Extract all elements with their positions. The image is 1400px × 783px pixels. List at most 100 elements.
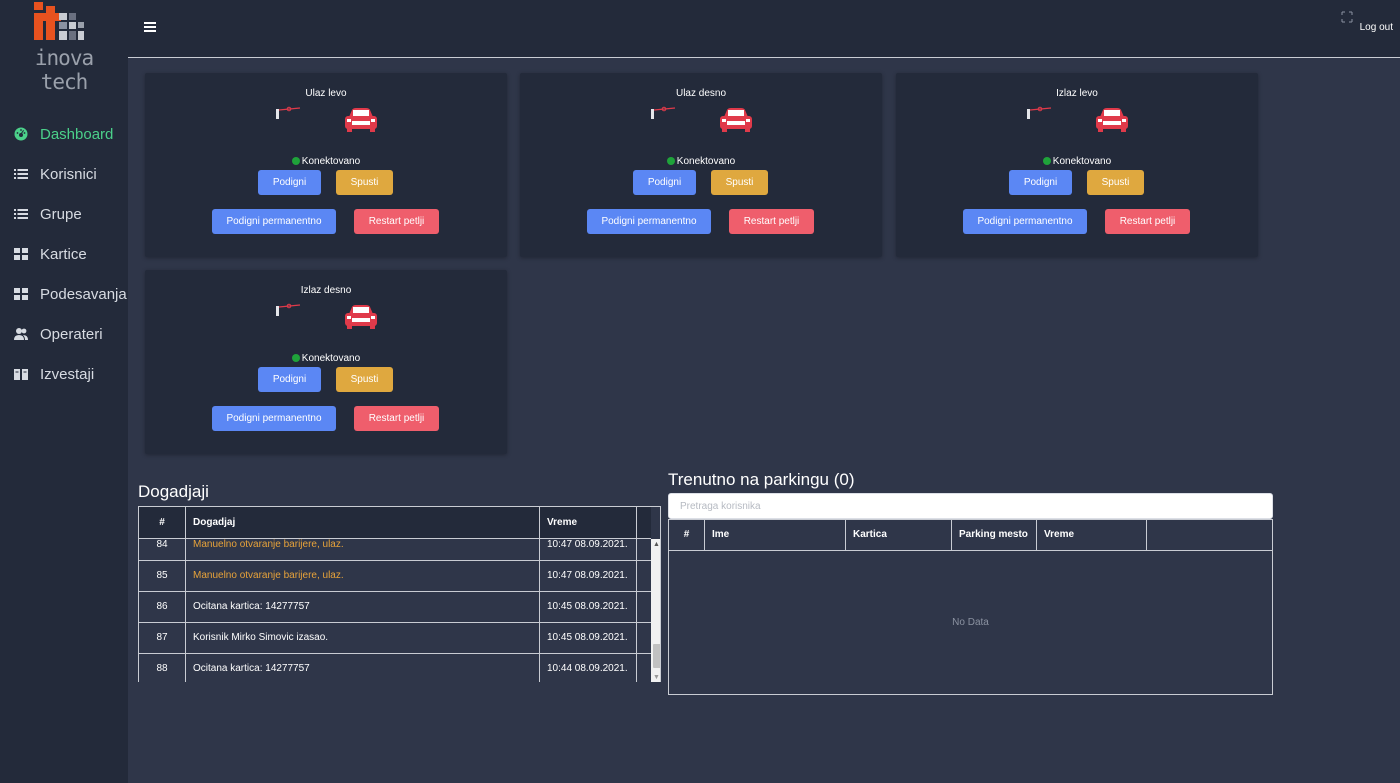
raise-button[interactable]: Podigni bbox=[1009, 170, 1072, 195]
status-dot-icon bbox=[291, 354, 300, 362]
raise-button[interactable]: Podigni bbox=[258, 170, 321, 195]
car-icon bbox=[345, 108, 377, 132]
gate-card-ulaz-levo: Ulaz levo Konektovano Podigni Spusti Pod… bbox=[145, 73, 507, 257]
status-label: Konektovano bbox=[1052, 156, 1112, 167]
sidebar-item-podesavanja[interactable]: Podesavanja bbox=[0, 274, 128, 314]
brand-name: inova tech bbox=[34, 46, 94, 94]
barrier-icon bbox=[1027, 106, 1052, 119]
connection-status: Konektovano bbox=[145, 353, 507, 364]
table-row[interactable]: 86 Ocitana kartica: 14277757 10:45 08.09… bbox=[139, 592, 651, 623]
column-header[interactable]: # bbox=[139, 507, 185, 538]
column-header[interactable]: Vreme bbox=[547, 507, 577, 538]
parking-table-header: # Ime Kartica Parking mesto Vreme bbox=[669, 520, 1272, 551]
gate-card-izlaz-levo: Izlaz levo Konektovano Podigni Spusti Po… bbox=[896, 73, 1258, 257]
events-table-header: # Dogadjaj Vreme bbox=[139, 507, 651, 539]
table-row[interactable]: 87 Korisnik Mirko Simovic izasao. 10:45 … bbox=[139, 623, 651, 654]
sidebar-item-label: Korisnici bbox=[40, 165, 97, 183]
raise-permanent-button[interactable]: Podigni permanentno bbox=[587, 209, 711, 234]
status-dot-icon bbox=[1042, 157, 1051, 165]
restart-loops-button[interactable]: Restart petlji bbox=[354, 406, 439, 431]
gate-title: Ulaz desno bbox=[675, 88, 727, 99]
list-icon bbox=[14, 169, 28, 179]
sidebar-item-label: Operateri bbox=[40, 325, 103, 343]
raise-permanent-button[interactable]: Podigni permanentno bbox=[963, 209, 1087, 234]
connection-status: Konektovano bbox=[145, 156, 507, 167]
column-header[interactable]: Dogadjaj bbox=[193, 507, 235, 538]
logo[interactable]: inova tech bbox=[8, 2, 120, 94]
sidebar-item-label: Grupe bbox=[40, 205, 82, 223]
parking-table: # Ime Kartica Parking mesto Vreme No Dat… bbox=[668, 519, 1273, 695]
column-header[interactable]: Parking mesto bbox=[959, 520, 1028, 550]
table-row[interactable]: 88 Ocitana kartica: 14277757 10:44 08.09… bbox=[139, 654, 651, 682]
column-header[interactable]: # bbox=[669, 520, 704, 550]
sidebar-item-dashboard[interactable]: Dashboard bbox=[0, 114, 128, 154]
scroll-thumb[interactable] bbox=[653, 644, 660, 668]
users-icon bbox=[14, 328, 28, 340]
raise-button[interactable]: Podigni bbox=[258, 367, 321, 392]
lower-button[interactable]: Spusti bbox=[711, 170, 768, 195]
list-icon bbox=[14, 209, 28, 219]
car-icon bbox=[720, 108, 752, 132]
raise-permanent-button[interactable]: Podigni permanentno bbox=[212, 406, 336, 431]
sidebar-nav: Dashboard Korisnici Grupe Kartice Podesa… bbox=[0, 114, 128, 394]
sidebar-item-label: Kartice bbox=[40, 245, 87, 263]
event-id: 87 bbox=[156, 632, 168, 643]
event-time: 10:44 08.09.2021. bbox=[547, 663, 628, 674]
sidebar-item-label: Podesavanja bbox=[40, 285, 127, 303]
restart-loops-button[interactable]: Restart petlji bbox=[729, 209, 814, 234]
status-dot-icon bbox=[666, 157, 675, 165]
events-title: Dogadjaji bbox=[138, 482, 209, 501]
event-id: 85 bbox=[156, 570, 168, 581]
search-users-input[interactable] bbox=[668, 493, 1273, 519]
barrier-icon bbox=[276, 106, 301, 119]
sidebar-item-kartice[interactable]: Kartice bbox=[0, 234, 128, 274]
event-time: 10:45 08.09.2021. bbox=[547, 601, 628, 612]
barrier-icon bbox=[651, 106, 676, 119]
events-scrollbar[interactable]: ▲ ▼ bbox=[651, 539, 660, 682]
sidebar-item-label: Dashboard bbox=[40, 125, 114, 143]
column-header[interactable]: Ime bbox=[712, 520, 729, 550]
fullscreen-icon[interactable] bbox=[1341, 11, 1353, 23]
table-row[interactable]: 85 Manuelno otvaranje barijere, ulaz. 10… bbox=[139, 561, 651, 592]
sidebar-item-korisnici[interactable]: Korisnici bbox=[0, 154, 128, 194]
lower-button[interactable]: Spusti bbox=[336, 170, 393, 195]
brand-mark bbox=[34, 2, 84, 40]
column-header[interactable]: Kartica bbox=[853, 520, 887, 550]
event-id: 86 bbox=[156, 601, 168, 612]
car-icon bbox=[1096, 108, 1128, 132]
gate-title: Izlaz levo bbox=[1056, 88, 1098, 99]
book-icon bbox=[14, 369, 28, 380]
barrier-icon bbox=[276, 303, 301, 316]
raise-permanent-button[interactable]: Podigni permanentno bbox=[212, 209, 336, 234]
gate-title: Ulaz levo bbox=[305, 88, 347, 99]
restart-loops-button[interactable]: Restart petlji bbox=[1105, 209, 1190, 234]
sidebar-item-operateri[interactable]: Operateri bbox=[0, 314, 128, 354]
scroll-up-icon[interactable]: ▲ bbox=[651, 539, 660, 550]
restart-loops-button[interactable]: Restart petlji bbox=[354, 209, 439, 234]
event-id: 88 bbox=[156, 663, 168, 674]
events-table[interactable]: # Dogadjaj Vreme 84 Manuelno otvaranje b… bbox=[138, 506, 661, 682]
event-time: 10:45 08.09.2021. bbox=[547, 632, 628, 643]
event-text: Manuelno otvaranje barijere, ulaz. bbox=[193, 570, 344, 581]
logout-link[interactable]: Log out bbox=[1360, 22, 1393, 33]
event-text: Ocitana kartica: 14277757 bbox=[193, 601, 310, 612]
grid-icon bbox=[14, 248, 28, 260]
raise-button[interactable]: Podigni bbox=[633, 170, 696, 195]
sidebar-item-label: Izvestaji bbox=[40, 365, 95, 383]
gate-card-izlaz-desno: Izlaz desno Konektovano Podigni Spusti P… bbox=[145, 270, 507, 454]
hamburger-icon[interactable] bbox=[144, 22, 156, 32]
connection-status: Konektovano bbox=[896, 156, 1258, 167]
status-label: Konektovano bbox=[301, 156, 361, 167]
sidebar-item-grupe[interactable]: Grupe bbox=[0, 194, 128, 234]
lower-button[interactable]: Spusti bbox=[1087, 170, 1144, 195]
parking-title: Trenutno na parkingu (0) bbox=[668, 470, 855, 489]
scroll-down-icon[interactable]: ▼ bbox=[651, 672, 660, 682]
lower-button[interactable]: Spusti bbox=[336, 367, 393, 392]
grid-icon bbox=[14, 288, 28, 300]
status-dot-icon bbox=[291, 157, 300, 165]
empty-state: No Data bbox=[952, 617, 989, 628]
column-header[interactable]: Vreme bbox=[1044, 520, 1074, 550]
sidebar: inova tech Dashboard Korisnici Grupe Kar… bbox=[0, 0, 128, 783]
connection-status: Konektovano bbox=[520, 156, 882, 167]
sidebar-item-izvestaji[interactable]: Izvestaji bbox=[0, 354, 128, 394]
